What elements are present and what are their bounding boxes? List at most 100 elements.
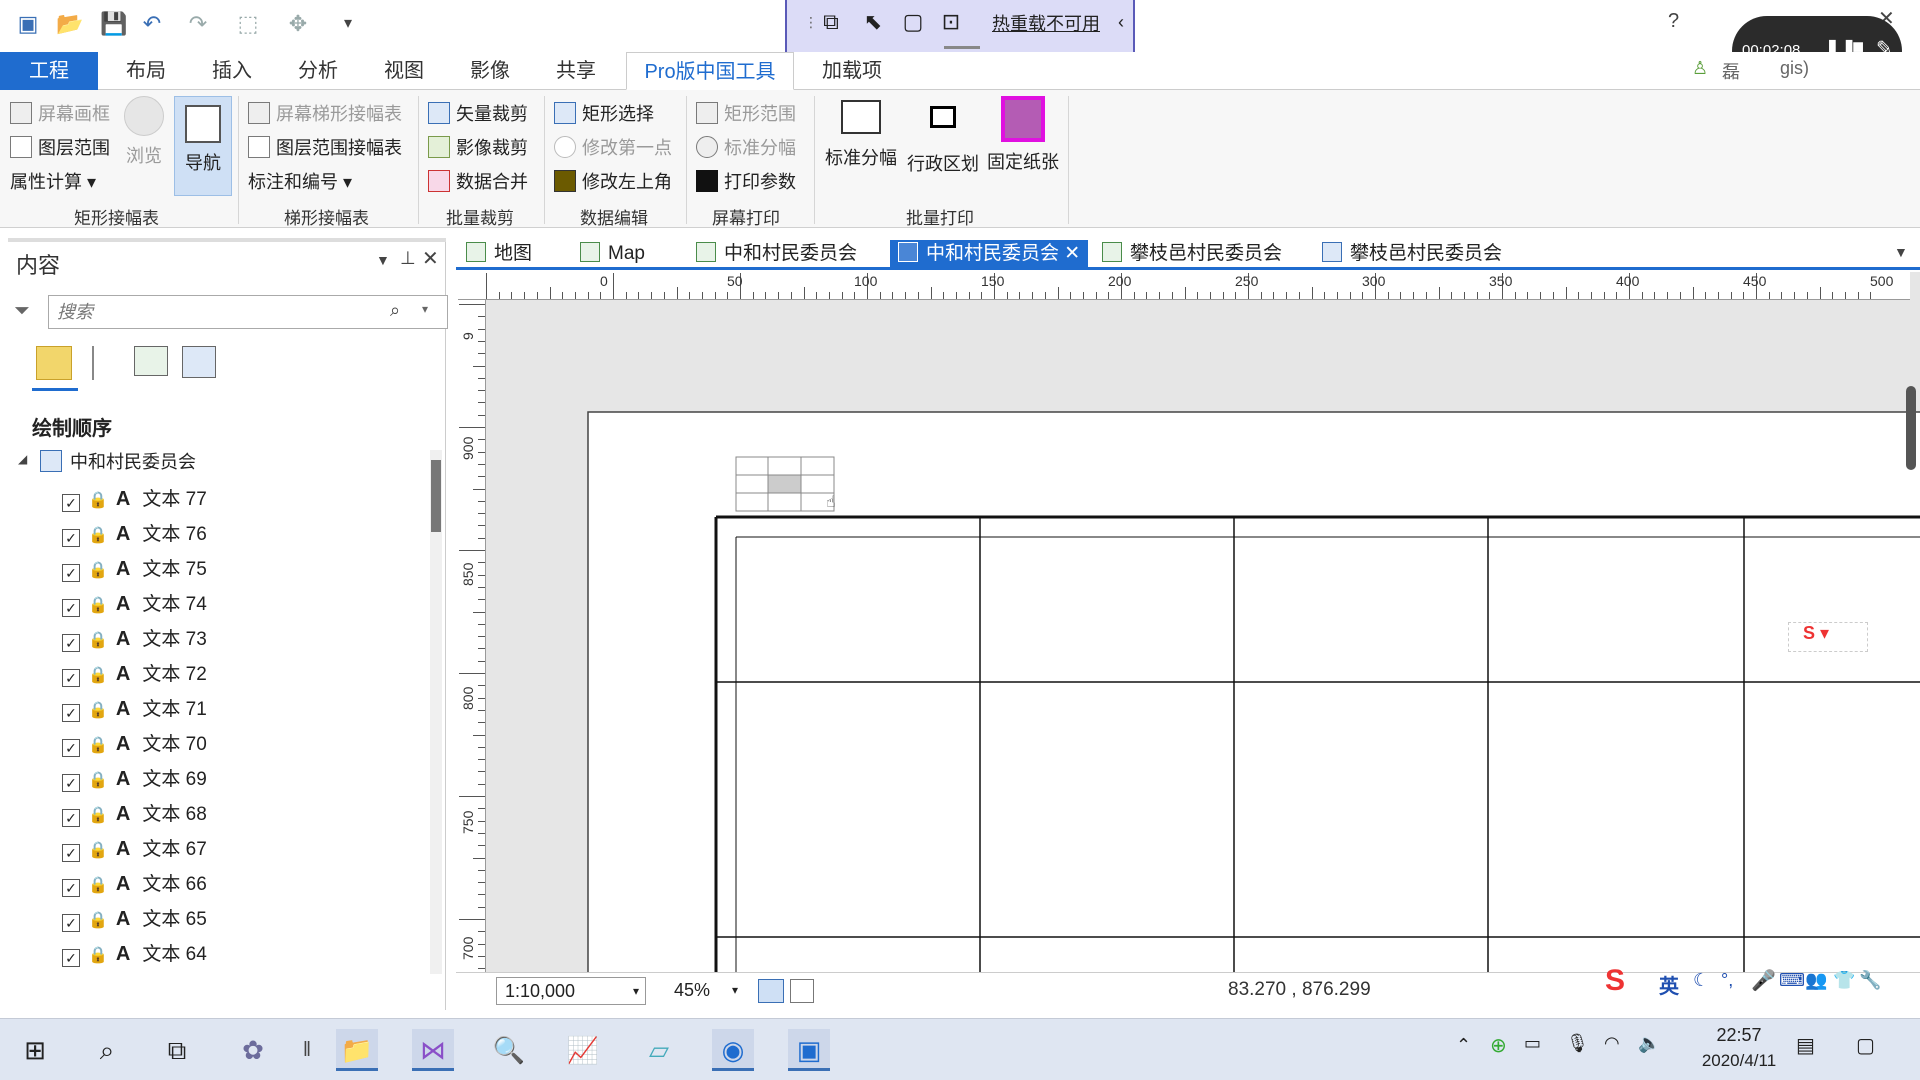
layer-row[interactable]: ✓ 🔒 A 文本 66 [62,869,207,899]
layer-extent-trapezoid-button[interactable]: 图层范围接幅表 [248,134,402,160]
app-icon-pinwheel[interactable]: ✿ [232,1029,274,1071]
layer-row[interactable]: ✓ 🔒 A 文本 72 [62,659,207,689]
visibility-checkbox[interactable]: ✓ [62,669,80,687]
tab-layout[interactable]: 布局 [110,52,182,90]
zoom-select[interactable]: 45% ▾ [666,977,742,1005]
layout-name[interactable]: 中和村民委员会 [70,448,196,474]
arcgis-pro-icon[interactable]: ◉ [712,1029,754,1071]
recorder-app-icon[interactable]: ▣ [788,1029,830,1071]
save-project-icon[interactable]: 💾 [100,10,128,38]
lock-icon[interactable]: 🔒 [88,836,108,866]
select-element-icon[interactable]: ⬉ [859,8,887,36]
lock-icon[interactable]: 🔒 [88,906,108,936]
list-by-drawing-order-icon[interactable] [36,346,72,380]
lock-icon[interactable]: 🔒 [88,591,108,621]
vector-clip-button[interactable]: 矢量裁剪 [428,100,528,126]
file-explorer-icon[interactable]: 📁 [336,1029,378,1071]
search-icon[interactable]: ⌕ [390,300,400,321]
open-project-icon[interactable]: 📂 [56,10,84,38]
user-icon[interactable]: ♙ [1692,58,1708,79]
field-calculate-button[interactable]: 属性计算 ▾ [10,168,96,194]
hot-reload-status[interactable]: 热重载不可用 [992,10,1100,36]
clock-time[interactable]: 22:57 [1694,1025,1784,1046]
sogou-float-icon[interactable]: S ▾ [1788,622,1868,652]
skin-icon[interactable]: 👕 [1833,970,1855,991]
navigate-button[interactable]: 导航 [174,96,232,196]
admin-division-button[interactable]: 行政区划 [904,100,982,176]
visibility-checkbox[interactable]: ✓ [62,704,80,722]
label-number-button[interactable]: 标注和编号 ▾ [248,168,352,194]
search-input[interactable]: 搜索 [48,295,448,329]
layer-row[interactable]: ✓ 🔒 A 文本 71 [62,694,207,724]
tab-panzhiyi-1[interactable]: 攀枝邑村民委员会 [1102,240,1282,268]
tab-zhonghe-2[interactable]: 中和村民委员会 ✕ [890,240,1089,268]
visibility-checkbox[interactable]: ✓ [62,529,80,547]
keyboard-icon[interactable]: ⌨ [1779,970,1805,991]
tab-pro-china-tools[interactable]: Pro版中国工具 [626,52,794,90]
show-hidden-icons[interactable]: ⌃ [1456,1035,1471,1056]
layer-row[interactable]: ✓ 🔒 A 文本 70 [62,729,207,759]
tray-app-icon[interactable]: ⊕ [1490,1033,1507,1058]
screen-frame-button[interactable]: 屏幕画框 [10,100,110,126]
layer-row[interactable]: ✓ 🔒 A 文本 67 [62,834,207,864]
search-icon[interactable]: ⌕ [86,1029,128,1071]
select-tool-icon[interactable]: ⬚ [234,10,262,38]
visibility-checkbox[interactable]: ✓ [62,494,80,512]
user-cloud-icon[interactable]: 👥 [1805,970,1827,991]
layer-row[interactable]: ✓ 🔒 A 文本 69 [62,764,207,794]
volume-icon[interactable]: 🔈 [1638,1033,1660,1054]
pane-menu-icon[interactable]: ▼ [376,252,390,268]
layer-row[interactable]: ✓ 🔒 A 文本 73 [62,624,207,654]
lock-icon[interactable]: 🔒 [88,626,108,656]
chart-app-icon[interactable]: 📈 [562,1029,604,1071]
scrollbar[interactable] [430,450,442,974]
tab-view[interactable]: 视图 [368,52,440,90]
data-merge-button[interactable]: 数据合并 [428,168,528,194]
search-app-icon[interactable]: 🔍 [488,1029,530,1071]
lock-icon[interactable]: 🔒 [88,801,108,831]
list-by-editing-icon[interactable] [182,346,216,378]
print-params-button[interactable]: 打印参数 [696,168,796,194]
tab-add-in[interactable]: 加载项 [806,52,898,90]
visual-studio-icon[interactable]: ⋈ [412,1029,454,1071]
fixed-paper-button[interactable]: 固定纸张 [984,96,1062,174]
visibility-checkbox[interactable]: ✓ [62,914,80,932]
visibility-checkbox[interactable]: ✓ [62,564,80,582]
visibility-checkbox[interactable]: ✓ [62,879,80,897]
mic-icon[interactable]: 🎤 [1751,968,1776,993]
battery-icon[interactable]: ▭ [1524,1033,1541,1054]
wrench-icon[interactable]: 🔧 [1859,970,1881,991]
visibility-checkbox[interactable]: ✓ [62,949,80,967]
lock-icon[interactable]: 🔒 [88,871,108,901]
screen-trapezoid-button[interactable]: 屏幕梯形接幅表 [248,100,402,126]
list-by-source-icon[interactable] [92,346,118,380]
notebook-app-icon[interactable]: ▱ [638,1029,680,1071]
tab-insert[interactable]: 插入 [196,52,268,90]
punct-icon[interactable]: °, [1721,970,1733,991]
layer-row[interactable]: ✓ 🔒 A 文本 74 [62,589,207,619]
tab-zhonghe-1[interactable]: 中和村民委员会 [696,240,857,268]
search-options-icon[interactable]: ▾ [422,302,428,316]
lock-icon[interactable]: 🔒 [88,661,108,691]
clock-date[interactable]: 2020/4/11 [1676,1051,1802,1071]
explore-tool-icon[interactable]: ✥ [284,10,312,38]
tab-panzhiyi-2[interactable]: 攀枝邑村民委员会 [1322,240,1502,268]
rect-extent-button[interactable]: 矩形范围 [696,100,796,126]
layer-row[interactable]: ✓ 🔒 A 文本 64 [62,939,207,969]
tab-analysis[interactable]: 分析 [282,52,354,90]
visibility-checkbox[interactable]: ✓ [62,844,80,862]
list-by-selection-icon[interactable] [134,346,168,376]
display-adorners-icon[interactable]: ▢ [899,8,927,36]
canvas-scrollbar-thumb[interactable] [1906,386,1916,470]
input-method-icon[interactable]: ▤ [1796,1033,1815,1058]
expand-collapse-icon[interactable]: ◢ [18,452,27,466]
help-icon[interactable]: ? [1668,10,1679,33]
modify-first-point-button[interactable]: 修改第一点 [554,134,672,160]
tab-project[interactable]: 工程 [0,52,98,90]
lock-icon[interactable]: 🔒 [88,556,108,586]
task-view-icon[interactable]: ⧉ [156,1029,198,1071]
tab-share[interactable]: 共享 [540,52,612,90]
notifications-icon[interactable]: ▢ [1856,1033,1875,1058]
scrollbar-thumb[interactable] [431,460,441,532]
tab-imagery[interactable]: 影像 [454,52,526,90]
